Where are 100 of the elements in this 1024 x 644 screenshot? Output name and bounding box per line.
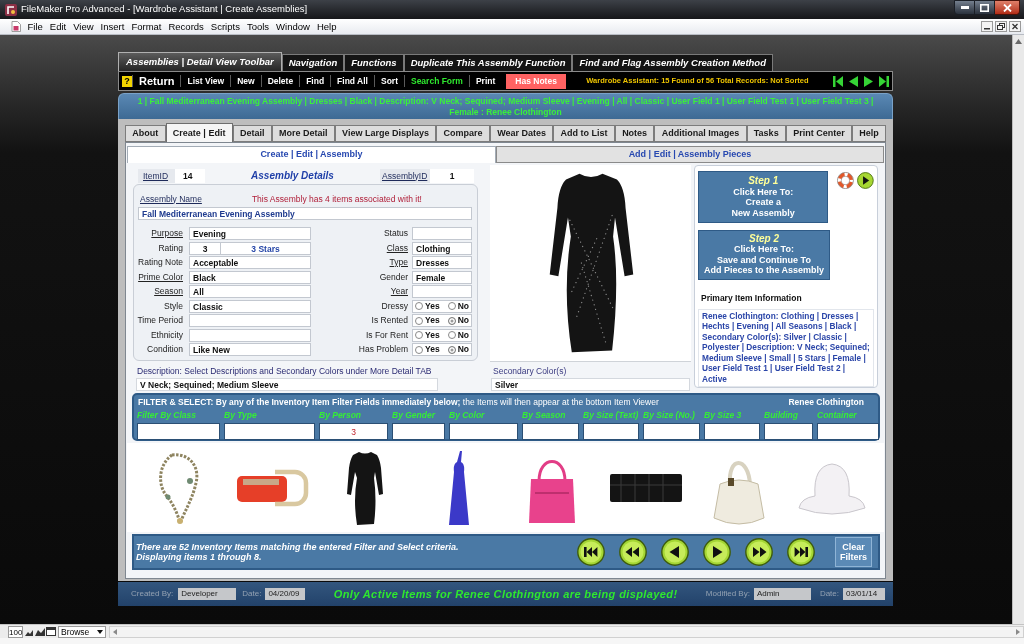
- menu-item[interactable]: Format: [127, 19, 165, 34]
- menu-item[interactable]: Tools: [243, 19, 273, 34]
- radio-icon[interactable]: [415, 331, 423, 339]
- filter-field[interactable]: [522, 423, 579, 440]
- menu-item[interactable]: Edit: [46, 19, 70, 34]
- radio-option[interactable]: No: [447, 299, 469, 313]
- help-button[interactable]: ?: [122, 75, 132, 87]
- mode-dropdown[interactable]: Browse: [58, 625, 106, 638]
- radio-icon[interactable]: [447, 316, 456, 325]
- toolbar-button[interactable]: Print: [469, 74, 502, 88]
- input-field[interactable]: V Neck; Sequined; Medium Sleeve: [136, 378, 438, 391]
- input-field[interactable]: Like New: [189, 343, 311, 356]
- filter-field[interactable]: 3: [319, 423, 388, 440]
- minimize-icon[interactable]: [981, 21, 993, 32]
- filter-field[interactable]: [643, 423, 700, 440]
- toolbar-tab[interactable]: Navigation: [281, 54, 345, 71]
- toolbar-button[interactable]: Find All: [331, 74, 374, 88]
- input-field[interactable]: 14: [175, 168, 205, 183]
- subtab[interactable]: Create | Edit | Assembly: [127, 146, 496, 163]
- tab[interactable]: View Large Displays: [334, 125, 437, 142]
- last-icon[interactable]: [787, 538, 815, 566]
- field-label[interactable]: AssemblyID: [380, 168, 430, 183]
- toolbar-tab[interactable]: Assemblies | Detail View Toolbar: [118, 52, 282, 71]
- input-field[interactable]: [189, 314, 311, 327]
- menu-item[interactable]: Window: [272, 19, 314, 34]
- radio-option[interactable]: Yes: [415, 314, 440, 327]
- scroll-left-icon[interactable]: [113, 628, 117, 635]
- filter-field[interactable]: [704, 423, 760, 440]
- fast-forward-icon[interactable]: [745, 538, 773, 566]
- radio-icon[interactable]: [447, 331, 456, 339]
- input-field[interactable]: Acceptable: [189, 256, 311, 269]
- restore-icon[interactable]: [995, 21, 1007, 32]
- minimize-icon[interactable]: [954, 0, 975, 15]
- input-field[interactable]: Clothing: [412, 241, 472, 255]
- toolbar-button[interactable]: Search Form: [404, 74, 469, 88]
- filter-field[interactable]: [224, 423, 315, 440]
- input-field[interactable]: [412, 285, 472, 298]
- radio-option[interactable]: No: [447, 314, 469, 327]
- menu-item[interactable]: Help: [313, 19, 340, 34]
- previous-icon[interactable]: [661, 538, 689, 566]
- input-field[interactable]: 1: [430, 168, 474, 183]
- tab[interactable]: Add to List: [553, 125, 615, 142]
- menu-item[interactable]: Records: [164, 19, 208, 34]
- tab[interactable]: About: [125, 125, 166, 142]
- radio-icon[interactable]: [415, 345, 423, 354]
- zoom-field[interactable]: 100: [8, 625, 23, 638]
- scroll-right-icon[interactable]: [1016, 628, 1020, 635]
- filter-field[interactable]: [583, 423, 639, 440]
- input-field[interactable]: 3: [189, 241, 221, 255]
- input-field[interactable]: Female: [412, 270, 472, 284]
- toolbar-button[interactable]: Find: [300, 74, 331, 88]
- filter-field[interactable]: [449, 423, 518, 440]
- menu-item[interactable]: Scripts: [207, 19, 244, 34]
- tab[interactable]: Notes: [614, 125, 655, 142]
- first-record-icon[interactable]: [833, 75, 843, 87]
- tab[interactable]: Create | Edit: [165, 123, 233, 142]
- close-icon[interactable]: [1009, 21, 1021, 32]
- filter-field[interactable]: [817, 423, 879, 440]
- toolbar-tab[interactable]: Duplicate This Assembly Function: [403, 54, 573, 71]
- maximize-icon[interactable]: [975, 0, 995, 15]
- radio-icon[interactable]: [415, 302, 423, 310]
- field-label[interactable]: Assembly Name: [140, 192, 202, 206]
- field-label[interactable]: Class: [313, 241, 408, 255]
- tab[interactable]: Tasks: [746, 125, 786, 142]
- toolbar-tab[interactable]: Find and Flag Assembly Creation Method: [572, 54, 773, 71]
- input-field[interactable]: Silver: [491, 378, 690, 391]
- rewind-icon[interactable]: [619, 538, 647, 566]
- toolbar-button[interactable]: Return: [133, 72, 181, 90]
- radio-option[interactable]: Yes: [415, 343, 440, 356]
- menu-item[interactable]: View: [69, 19, 98, 34]
- play-icon[interactable]: [857, 172, 874, 189]
- toolbar-button[interactable]: New: [231, 74, 261, 88]
- menu-item[interactable]: File: [24, 19, 47, 34]
- input-field[interactable]: All: [189, 285, 311, 298]
- field-label[interactable]: Purpose: [136, 227, 183, 240]
- input-field[interactable]: [412, 227, 472, 240]
- field-label[interactable]: Prime Color: [136, 270, 183, 284]
- tab[interactable]: Additional Images: [654, 125, 747, 142]
- input-field[interactable]: [189, 328, 311, 342]
- rectangle-icon[interactable]: [46, 627, 56, 636]
- last-record-icon[interactable]: [879, 75, 889, 87]
- horizontal-scrollbar[interactable]: [109, 625, 1024, 638]
- clear-filters-button[interactable]: Clear Filters: [835, 537, 872, 567]
- filter-field[interactable]: [764, 423, 813, 440]
- next-record-icon[interactable]: [864, 75, 873, 87]
- step-button[interactable]: Step 2 Click Here To: Save and Continue To Add Pieces to the Assembly: [698, 230, 830, 280]
- field-label[interactable]: Season: [136, 285, 183, 298]
- tab[interactable]: Help: [852, 125, 887, 142]
- field-label[interactable]: Year: [313, 285, 408, 298]
- radio-option[interactable]: Yes: [415, 299, 440, 313]
- close-icon[interactable]: [995, 0, 1020, 15]
- tab[interactable]: Wear Dates: [489, 125, 554, 142]
- field-label[interactable]: Type: [313, 256, 408, 269]
- subtab[interactable]: Add | Edit | Assembly Pieces: [496, 146, 884, 163]
- radio-option[interactable]: Yes: [415, 328, 440, 342]
- input-field[interactable]: Fall Mediterranean Evening Assembly: [138, 207, 472, 220]
- tab[interactable]: Print Center: [785, 125, 852, 142]
- tab[interactable]: Compare: [436, 125, 490, 142]
- radio-icon[interactable]: [415, 316, 423, 325]
- play-icon[interactable]: [703, 538, 731, 566]
